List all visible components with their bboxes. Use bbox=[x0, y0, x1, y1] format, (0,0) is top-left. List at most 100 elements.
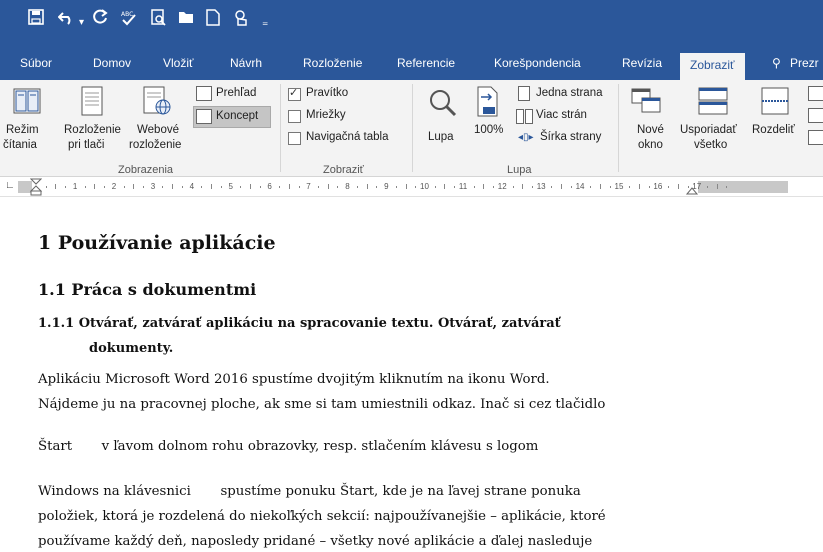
ruler-number: 8 bbox=[345, 182, 350, 191]
tab-selector-icon[interactable]: ∟ bbox=[5, 180, 15, 191]
heading-3-continued: dokumenty. bbox=[89, 341, 174, 356]
web-layout-label: Webové bbox=[137, 124, 179, 136]
horizontal-ruler[interactable]: ∟ 1 2 3 4 5 6 7 8 9 10 11 12 13 14 15 16 17 bbox=[0, 178, 823, 197]
ruler-label: Pravítko bbox=[306, 87, 349, 99]
ruler-number: 14 bbox=[575, 182, 585, 191]
print-layout-label-2: pri tlači bbox=[68, 139, 105, 151]
gridlines-checkbox[interactable] bbox=[288, 110, 301, 123]
paragraph-line: Windows na klávesnici spustíme ponuku Št… bbox=[38, 484, 581, 499]
ruler-tick bbox=[104, 186, 106, 188]
ruler-tick bbox=[600, 184, 602, 189]
tab-review[interactable]: Revízia bbox=[622, 56, 662, 70]
ruler-tick bbox=[444, 184, 446, 189]
save-icon[interactable] bbox=[28, 9, 44, 30]
tell-me-icon[interactable]: ⚲ bbox=[772, 56, 781, 70]
ruler-tick bbox=[454, 186, 456, 188]
tab-insert[interactable]: Vložiť bbox=[163, 56, 194, 70]
reset-window-icon[interactable] bbox=[808, 130, 823, 145]
side-by-side-icon[interactable] bbox=[808, 86, 823, 101]
gridlines-label: Mriežky bbox=[306, 109, 346, 121]
heading-2: 1.1 Práca s dokumentmi bbox=[38, 280, 257, 299]
new-document-icon[interactable] bbox=[206, 9, 220, 31]
ruler-number: 6 bbox=[267, 182, 272, 191]
ruler-tick bbox=[405, 184, 407, 189]
redo-icon[interactable] bbox=[92, 9, 108, 30]
ruler-tick bbox=[142, 186, 144, 188]
ruler-tick bbox=[181, 186, 183, 188]
ruler-tick bbox=[240, 186, 242, 188]
paragraph-line: položiek, ktorá je rozdelená do niekoľký… bbox=[38, 509, 606, 524]
sync-scroll-icon[interactable] bbox=[808, 108, 823, 123]
multiple-pages-label: Viac strán bbox=[536, 109, 587, 121]
tab-home[interactable]: Domov bbox=[93, 56, 131, 70]
ruler-tick bbox=[648, 186, 650, 188]
tab-layout[interactable]: Rozloženie bbox=[303, 56, 362, 70]
ruler-tick bbox=[327, 184, 329, 189]
ribbon-tabs: Súbor Domov Vložiť Návrh Rozloženie Refe… bbox=[0, 40, 823, 82]
tab-view[interactable]: Zobraziť bbox=[680, 53, 745, 81]
split-label: Rozdeliť bbox=[752, 124, 795, 136]
read-mode-label-2: čítania bbox=[3, 139, 37, 151]
customize-qat-icon[interactable]: ₌ bbox=[262, 12, 268, 32]
heading-3: 1.1.1 Otvárať, zatvárať aplikáciu na spr… bbox=[38, 316, 561, 331]
ruler-number: 3 bbox=[150, 182, 156, 191]
undo-icon[interactable] bbox=[57, 9, 76, 30]
multiple-pages-icon bbox=[525, 109, 533, 124]
tab-mailings[interactable]: Korešpondencia bbox=[494, 56, 581, 70]
ruler-tick bbox=[318, 186, 320, 188]
ruler-tick bbox=[162, 186, 164, 188]
ruler-number: 1 bbox=[72, 182, 78, 191]
ruler-tick bbox=[707, 186, 709, 188]
ruler-tick bbox=[172, 184, 174, 189]
ruler-number: 15 bbox=[614, 182, 624, 191]
spelling-icon[interactable]: ABC bbox=[120, 9, 138, 32]
ruler-number: 16 bbox=[653, 182, 663, 191]
ruler-number: 13 bbox=[536, 182, 546, 191]
nav-pane-checkbox[interactable] bbox=[288, 132, 301, 145]
touch-mode-icon[interactable] bbox=[232, 9, 250, 32]
ruler-tick bbox=[677, 184, 679, 189]
ruler-tick bbox=[279, 186, 281, 188]
new-window-icon bbox=[631, 88, 661, 113]
tab-tell-me[interactable]: Prezr bbox=[790, 56, 819, 70]
indent-marker-icon[interactable] bbox=[30, 178, 42, 196]
ruler-tick bbox=[522, 184, 524, 189]
ruler-tick bbox=[551, 186, 553, 188]
print-layout-label: Rozloženie bbox=[64, 124, 121, 136]
ruler-tick bbox=[94, 184, 96, 189]
split-icon bbox=[761, 87, 789, 115]
ruler-tick bbox=[55, 184, 57, 189]
ruler-number: 17 bbox=[692, 182, 702, 191]
heading-1: 1 Používanie aplikácie bbox=[38, 232, 276, 254]
ruler-number: 2 bbox=[111, 182, 117, 191]
ruler-tick bbox=[249, 184, 251, 189]
tab-references[interactable]: Referencie bbox=[397, 56, 455, 70]
draft-button[interactable]: Koncept bbox=[193, 106, 271, 128]
one-page-label: Jedna strana bbox=[536, 87, 603, 99]
multiple-pages-icon bbox=[516, 109, 524, 124]
ruler-checkbox[interactable] bbox=[288, 86, 301, 101]
paragraph-line: Štart v ľavom dolnom rohu obrazovky, res… bbox=[38, 439, 539, 454]
ruler-number: 7 bbox=[306, 182, 311, 191]
undo-dropdown-icon[interactable]: ▾ bbox=[79, 13, 84, 33]
new-window-label-2: okno bbox=[638, 139, 663, 151]
tab-file[interactable]: Súbor bbox=[20, 56, 52, 70]
ruler-tick bbox=[531, 186, 533, 188]
outline-icon bbox=[196, 86, 212, 101]
draft-icon bbox=[196, 109, 212, 124]
ruler-tick bbox=[337, 186, 339, 188]
tab-design[interactable]: Návrh bbox=[230, 56, 262, 70]
paragraph-line: Nájdeme ju na pracovnej ploche, ak sme s… bbox=[38, 397, 606, 412]
web-layout-icon bbox=[143, 86, 171, 115]
paragraph-line: používame každý deň, naposledy pridané –… bbox=[38, 534, 593, 549]
document-page[interactable]: 1 Používanie aplikácie 1.1 Práca s dokum… bbox=[0, 198, 823, 552]
ruler-tick bbox=[376, 186, 378, 188]
ruler-tick bbox=[473, 186, 475, 188]
print-preview-icon[interactable] bbox=[150, 9, 167, 31]
ruler-tick bbox=[629, 186, 631, 188]
paragraph-line: Aplikáciu Microsoft Word 2016 spustíme d… bbox=[38, 372, 550, 387]
print-layout-icon bbox=[81, 86, 103, 116]
open-icon[interactable] bbox=[178, 9, 196, 30]
outline-label: Prehľad bbox=[216, 87, 257, 99]
ruler-tick bbox=[668, 186, 670, 188]
